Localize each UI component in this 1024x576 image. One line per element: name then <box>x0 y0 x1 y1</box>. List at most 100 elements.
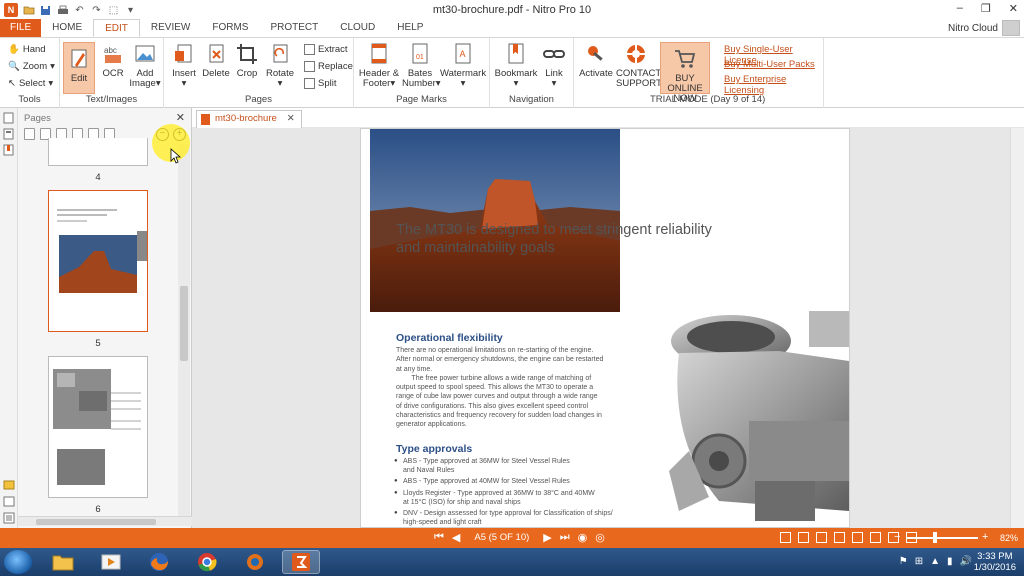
document-viewport[interactable]: The MT30 is designed to meet stringent r… <box>192 128 1024 528</box>
tab-home[interactable]: HOME <box>41 19 93 37</box>
tab-edit[interactable]: EDIT <box>93 19 140 37</box>
minimize-button[interactable]: – <box>957 2 963 15</box>
attachments-icon[interactable] <box>3 128 15 140</box>
link-button[interactable]: Link ▾ <box>540 42 568 89</box>
customize-arrow-icon[interactable]: ▾ <box>124 4 137 16</box>
cloud-user-name[interactable]: Nitro Cloud <box>948 23 998 34</box>
bookmarks-icon[interactable] <box>3 144 15 156</box>
approval-item: ABS - Type approved at 40MW for Steel Ve… <box>394 477 570 486</box>
buy-enterprise-link[interactable]: Buy Enterprise Licensing <box>724 74 823 96</box>
facing-view-icon[interactable] <box>816 532 827 543</box>
first-page-icon[interactable]: ⏮ <box>434 531 444 544</box>
page-thumbnail-5[interactable] <box>48 190 148 332</box>
bookmark-button[interactable]: Bookmark ▾ <box>494 42 538 89</box>
tab-help[interactable]: HELP <box>386 19 434 37</box>
network-icon[interactable]: ▮ <box>947 556 953 567</box>
zoom-out-icon[interactable]: − <box>894 531 900 543</box>
crop-button[interactable]: Crop <box>234 42 260 79</box>
edit-button[interactable]: Edit <box>63 42 95 94</box>
svg-text:01: 01 <box>416 54 424 61</box>
delete-button[interactable]: Delete <box>202 42 230 79</box>
activate-button[interactable]: Activate <box>578 42 614 79</box>
pages-panel-scrollbar[interactable] <box>178 144 190 518</box>
hand-tool[interactable]: ✋ Hand <box>8 44 46 55</box>
last-page-icon[interactable]: ⏭ <box>560 531 570 544</box>
rotate-left-page-icon[interactable] <box>24 128 35 140</box>
pdf-page[interactable]: The MT30 is designed to meet stringent r… <box>360 128 850 528</box>
watermark-button[interactable]: A Watermark ▾ <box>440 42 486 89</box>
split-button[interactable]: Split <box>304 78 336 89</box>
close-button[interactable]: ✕ <box>1009 2 1018 15</box>
pages-panel-hscroll-thumb[interactable] <box>36 519 156 525</box>
tab-forms[interactable]: FORMS <box>201 19 259 37</box>
select-tool-icon[interactable]: ⬚ <box>107 4 120 16</box>
rotate-button[interactable]: Rotate ▾ <box>264 42 296 89</box>
fit-width-icon[interactable] <box>852 532 863 543</box>
page-indicator[interactable]: A5 (5 OF 10) <box>468 532 535 543</box>
comments-icon[interactable] <box>3 480 15 492</box>
taskbar-clock[interactable]: 3:33 PM 1/30/2016 <box>974 551 1016 573</box>
insert-button[interactable]: Insert ▾ <box>168 42 200 89</box>
back-view-icon[interactable]: ◉ <box>578 531 588 544</box>
contact-support-button[interactable]: CONTACT SUPPORT <box>616 42 662 89</box>
start-button[interactable] <box>4 550 32 574</box>
zoom-in-icon[interactable]: + <box>982 531 988 543</box>
zoom-slider[interactable] <box>906 537 978 539</box>
page-thumbnail-4[interactable] <box>48 138 148 166</box>
document-tab[interactable]: mt30-brochure ✕ <box>196 110 302 128</box>
windows-flag-icon[interactable]: ⊞ <box>915 556 923 567</box>
open-folder-icon[interactable] <box>22 4 35 16</box>
nitro-pro-task[interactable] <box>282 550 320 574</box>
extract-button[interactable]: Extract <box>304 44 348 55</box>
zoom-tool[interactable]: 🔍 Zoom ▾ <box>8 61 55 72</box>
maximize-button[interactable]: ❐ <box>981 2 991 15</box>
add-image-button[interactable]: Add Image▾ <box>128 42 162 89</box>
page-thumbnail-6[interactable] <box>48 356 148 498</box>
nitro-logo-icon[interactable]: N <box>4 3 18 17</box>
buy-online-button[interactable]: BUY ONLINE NOW <box>660 42 710 104</box>
tab-review[interactable]: REVIEW <box>140 19 201 37</box>
zoom-slider-handle[interactable] <box>932 532 937 543</box>
continuous-view-icon[interactable] <box>798 532 809 543</box>
tray-expand-icon[interactable]: ▲ <box>930 556 940 567</box>
header-footer-button[interactable]: Header & Footer▾ <box>358 42 400 89</box>
properties-icon[interactable] <box>3 512 15 524</box>
print-icon[interactable] <box>56 4 69 16</box>
pages-panel-close-button[interactable]: ✕ <box>176 111 185 124</box>
edit-icon <box>71 49 87 68</box>
previous-page-icon[interactable]: ◀ <box>452 531 460 544</box>
flag-icon[interactable]: ⚑ <box>899 556 908 567</box>
volume-icon[interactable]: 🔊 <box>960 556 972 567</box>
buy-multi-user-link[interactable]: Buy Multi-User Packs <box>724 59 815 70</box>
document-scrollbar[interactable] <box>1010 128 1024 528</box>
app-task[interactable] <box>236 550 274 574</box>
undo-icon[interactable]: ↶ <box>73 4 86 16</box>
fit-page-icon[interactable] <box>870 532 881 543</box>
bates-number-button[interactable]: 01 Bates Number▾ <box>402 42 441 89</box>
facing-continuous-view-icon[interactable] <box>834 532 845 543</box>
firefox-task[interactable] <box>140 550 178 574</box>
system-tray: ⚑ ⊞ ▲ ▮ 🔊 <box>899 556 972 567</box>
pages-panel-hscrollbar[interactable] <box>18 516 192 526</box>
forward-view-icon[interactable]: ◎ <box>595 531 605 544</box>
select-tool[interactable]: ↖ Select ▾ <box>8 78 53 89</box>
avatar[interactable] <box>1002 20 1020 36</box>
replace-button[interactable]: Replace <box>304 61 353 72</box>
pages-panel-scroll-thumb[interactable] <box>180 286 188 361</box>
save-icon[interactable] <box>39 4 52 16</box>
output-icon[interactable] <box>3 496 15 508</box>
ocr-icon: abc <box>104 46 121 63</box>
tab-cloud[interactable]: CLOUD <box>329 19 386 37</box>
redo-icon[interactable]: ↷ <box>90 4 103 16</box>
pages-panel-icon[interactable] <box>3 112 15 124</box>
document-tab-close-button[interactable]: ✕ <box>287 113 295 124</box>
next-page-icon[interactable]: ▶ <box>543 531 551 544</box>
single-page-view-icon[interactable] <box>780 532 791 543</box>
tab-file[interactable]: FILE <box>0 19 42 37</box>
file-explorer-task[interactable] <box>44 550 82 574</box>
tab-protect[interactable]: PROTECT <box>259 19 329 37</box>
ocr-button[interactable]: abc OCR <box>98 42 128 79</box>
ribbon-group-pages: Insert ▾ Delete Crop Rotate ▾ Extract Repl… <box>164 38 354 108</box>
chrome-task[interactable] <box>188 550 226 574</box>
media-player-task[interactable] <box>92 550 130 574</box>
